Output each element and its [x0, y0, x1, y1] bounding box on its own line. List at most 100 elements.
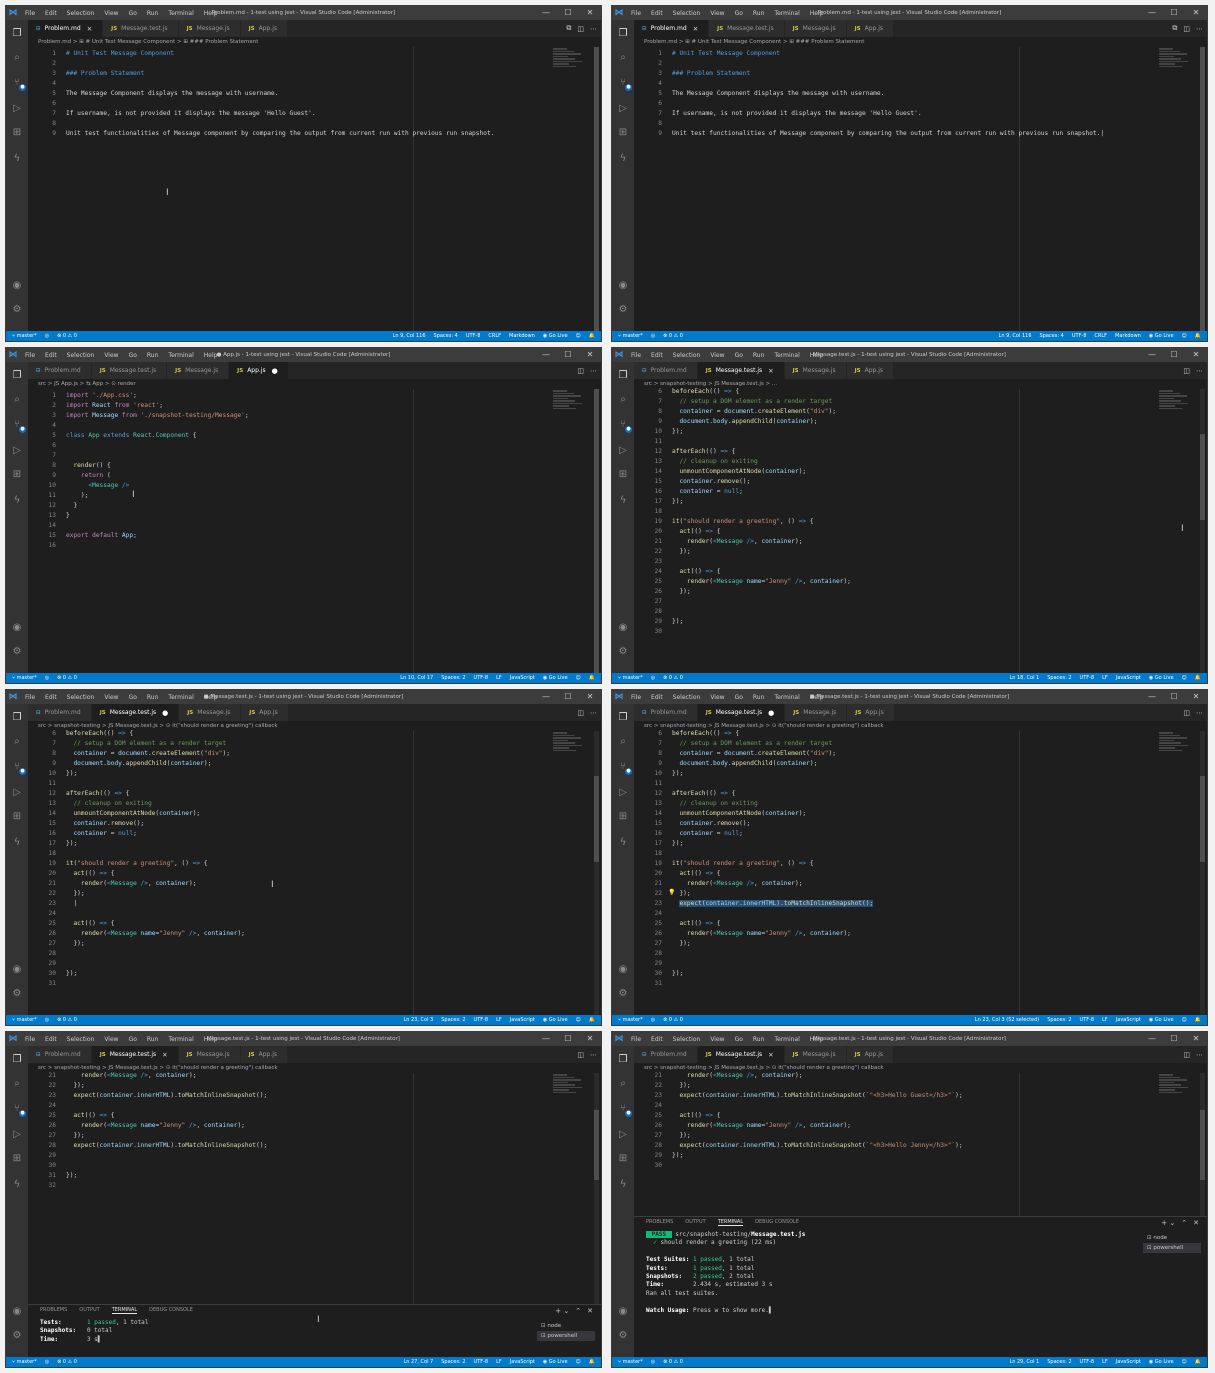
run-debug-icon[interactable]: ▷	[616, 444, 630, 458]
status-item[interactable]: Ln 10, Col 17	[400, 675, 433, 681]
source-control-icon[interactable]: ⑂ ●	[10, 760, 26, 775]
go-live-button[interactable]: ◉ Go Live	[1149, 333, 1174, 339]
menu-selection[interactable]: Selection	[62, 352, 100, 359]
files-icon[interactable]: ❐	[10, 711, 24, 725]
lightbulb-icon[interactable]: 💡	[668, 889, 675, 896]
feedback-icon[interactable]: ☺	[576, 1359, 581, 1365]
go-live-button[interactable]: ◉ Go Live	[1149, 1359, 1174, 1365]
close-tab-icon[interactable]: ✕	[768, 1051, 773, 1059]
run-debug-icon[interactable]: ▷	[10, 444, 24, 458]
branch-status[interactable]: ⑂ master*	[618, 1359, 643, 1365]
tab-app-js[interactable]: JS App.js	[846, 20, 895, 37]
menu-file[interactable]: File	[626, 1036, 646, 1043]
status-item[interactable]: Ln 23, Col 3	[403, 1017, 433, 1023]
menu-edit[interactable]: Edit	[646, 10, 668, 17]
maximize-icon[interactable]: ☐	[1163, 1032, 1185, 1046]
search-icon[interactable]: ⌕	[616, 51, 630, 65]
split-editor-icon[interactable]: ◫	[1183, 709, 1190, 717]
terminal-output[interactable]: Tests: 1 passed, 1 total Snapshots: 0 tot…	[40, 1319, 531, 1344]
menu-run[interactable]: Run	[142, 1036, 164, 1043]
breadcrumb[interactable]: Problem.md > ⊞ # Unit Test Message Compo…	[634, 37, 1207, 47]
code-editor[interactable]: 1 # Unit Test Message Component 2 3 ### Prob…	[28, 47, 601, 331]
panel-tab-output[interactable]: OUTPUT	[79, 1307, 99, 1314]
problems-status[interactable]: ⊗ 0 ⚠ 0	[663, 1017, 683, 1023]
menu-help[interactable]: Help	[199, 10, 223, 17]
menu-terminal[interactable]: Terminal	[769, 694, 804, 701]
status-item[interactable]: Markdown	[1115, 333, 1141, 339]
tab-message-test-js[interactable]: JS Message.test.js	[709, 20, 785, 37]
menu-terminal[interactable]: Terminal	[769, 10, 804, 17]
files-icon[interactable]: ❐	[616, 27, 630, 41]
minimize-icon[interactable]: —	[535, 6, 557, 20]
source-control-icon[interactable]: ⑂ ●	[616, 760, 632, 775]
menu-selection[interactable]: Selection	[668, 694, 706, 701]
status-item[interactable]: Markdown	[509, 333, 535, 339]
status-item[interactable]: Spaces: 4	[434, 333, 458, 339]
status-item[interactable]: CRLF	[1094, 333, 1107, 339]
tab-problem-md[interactable]: ⊟ Problem.md	[634, 1046, 698, 1063]
search-icon[interactable]: ⌕	[616, 735, 630, 749]
menu-file[interactable]: File	[20, 352, 40, 359]
split-editor-icon[interactable]: ◫	[577, 1051, 584, 1059]
menu-terminal[interactable]: Terminal	[769, 1036, 804, 1043]
settings-gear-icon[interactable]: ⚙	[616, 303, 630, 317]
new-terminal-icon[interactable]: + ⌄	[555, 1307, 569, 1315]
menu-go[interactable]: Go	[124, 1036, 142, 1043]
files-icon[interactable]: ❐	[10, 369, 24, 383]
settings-gear-icon[interactable]: ⚙	[616, 1329, 630, 1343]
maximize-icon[interactable]: ☐	[1163, 690, 1185, 704]
menu-selection[interactable]: Selection	[668, 352, 706, 359]
split-editor-icon[interactable]: ◫	[1183, 367, 1190, 375]
close-window-icon[interactable]: ✕	[579, 690, 601, 704]
tab-message-test-js[interactable]: JS Message.test.js	[91, 362, 168, 379]
tab-message-js[interactable]: JS Message.js	[167, 362, 230, 379]
jest-icon[interactable]: ϟ	[10, 152, 24, 166]
menu-file[interactable]: File	[626, 352, 646, 359]
menu-run[interactable]: Run	[142, 694, 164, 701]
menu-help[interactable]: Help	[199, 1036, 223, 1043]
sync-icon[interactable]: ◎	[651, 333, 655, 339]
account-icon[interactable]: ◉	[616, 1305, 630, 1319]
menu-run[interactable]: Run	[748, 352, 770, 359]
menu-terminal[interactable]: Terminal	[163, 694, 198, 701]
status-item[interactable]: Spaces: 2	[441, 1017, 465, 1023]
sync-icon[interactable]: ◎	[45, 1359, 49, 1365]
split-editor-icon[interactable]: ◫	[1183, 25, 1190, 33]
menu-selection[interactable]: Selection	[668, 1036, 706, 1043]
panel-tab-problems[interactable]: PROBLEMS	[646, 1219, 673, 1226]
status-item[interactable]: Spaces: 2	[1047, 1359, 1071, 1365]
menu-terminal[interactable]: Terminal	[163, 10, 198, 17]
go-live-button[interactable]: ◉ Go Live	[543, 1017, 568, 1023]
problems-status[interactable]: ⊗ 0 ⚠ 0	[663, 675, 683, 681]
status-item[interactable]: JavaScript	[510, 1359, 535, 1365]
tab-problem-md[interactable]: ⊟ Problem.md	[28, 362, 92, 379]
branch-status[interactable]: ⑂ master*	[618, 675, 643, 681]
feedback-icon[interactable]: ☺	[1182, 333, 1187, 339]
open-preview-icon[interactable]: ⧉	[1172, 24, 1177, 33]
status-item[interactable]: LF	[496, 1017, 502, 1023]
problems-status[interactable]: ⊗ 0 ⚠ 0	[663, 333, 683, 339]
status-item[interactable]: UTF-8	[1080, 1359, 1095, 1365]
terminal-session-node[interactable]: ⊡ node	[537, 1321, 595, 1331]
run-debug-icon[interactable]: ▷	[616, 1128, 630, 1142]
settings-gear-icon[interactable]: ⚙	[616, 987, 630, 1001]
close-window-icon[interactable]: ✕	[1185, 6, 1207, 20]
notifications-bell-icon[interactable]: 🔔	[1195, 333, 1201, 339]
menu-file[interactable]: File	[20, 1036, 40, 1043]
menu-run[interactable]: Run	[142, 10, 164, 17]
source-control-icon[interactable]: ⑂ ●	[10, 418, 26, 433]
terminal-session-powershell[interactable]: ⊡ powershell	[537, 1331, 595, 1341]
minimize-icon[interactable]: —	[535, 348, 557, 362]
account-icon[interactable]: ◉	[616, 279, 630, 293]
maximize-panel-icon[interactable]: ⌃	[1181, 1219, 1187, 1227]
menu-selection[interactable]: Selection	[62, 694, 100, 701]
tab-message-test-js[interactable]: JS Message.test.js ●	[91, 704, 180, 721]
source-control-icon[interactable]: ⑂ ●	[10, 1102, 26, 1117]
tab-message-test-js[interactable]: JS Message.test.js ✕	[697, 362, 785, 379]
status-item[interactable]: Ln 9, Col 116	[999, 333, 1032, 339]
maximize-icon[interactable]: ☐	[557, 1032, 579, 1046]
status-item[interactable]: LF	[1102, 675, 1108, 681]
jest-icon[interactable]: ϟ	[10, 494, 24, 508]
menu-terminal[interactable]: Terminal	[769, 352, 804, 359]
menu-edit[interactable]: Edit	[646, 352, 668, 359]
